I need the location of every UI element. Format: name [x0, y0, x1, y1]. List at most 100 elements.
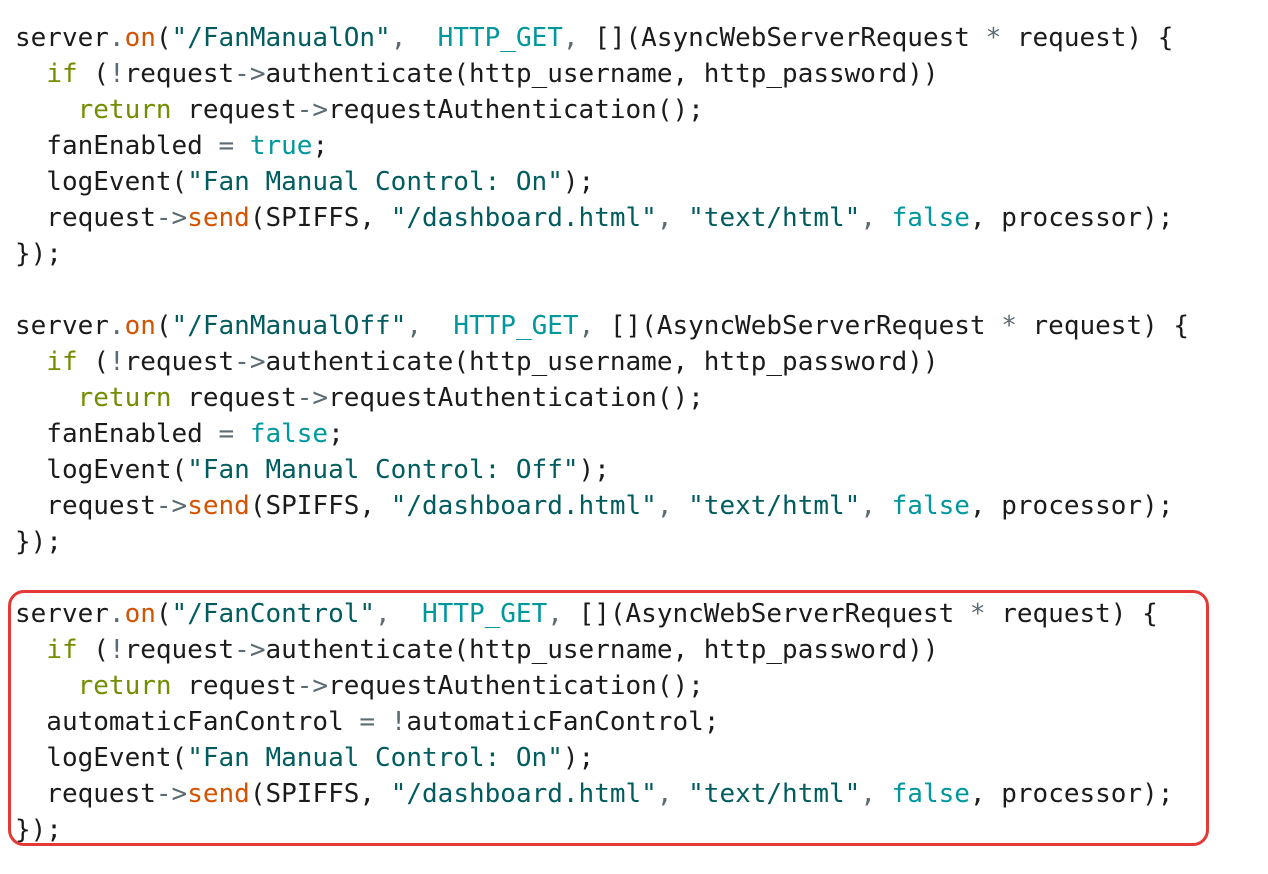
code-token-plain: request) { [1001, 23, 1174, 53]
code-token-plain: requestAuthentication(); [328, 95, 704, 125]
code-token-plain: requestAuthentication(); [328, 671, 704, 701]
code-token-op: ! [108, 347, 125, 377]
code-token-string: "/FanManualOn" [171, 23, 391, 53]
code-token-string: "Fan Manual Control: On" [187, 743, 563, 773]
code-line: }); [15, 812, 1189, 848]
code-token-const: HTTP_GET [422, 599, 548, 629]
code-token-plain: authenticate(http_username, http_passwor… [265, 347, 939, 377]
code-token-method: on [124, 23, 156, 53]
code-token-op: = [359, 707, 376, 737]
code-token-plain: [](AsyncWebServerRequest [578, 599, 970, 629]
code-token-string: "/FanManualOff" [171, 311, 407, 341]
code-line: }); [15, 524, 1189, 560]
code-token-op: . [108, 311, 125, 341]
code-token-plain: request) { [985, 599, 1158, 629]
code-token-plain: ); [562, 743, 595, 773]
code-token-op: -> [234, 59, 266, 89]
code-token-op: , [656, 779, 689, 809]
code-token-op: -> [155, 491, 188, 521]
code-token-bool: false [891, 203, 970, 233]
code-token-method: send [187, 779, 250, 809]
code-token-op: * [969, 599, 986, 629]
code-token-plain: request [124, 635, 235, 665]
code-token-plain: ); [578, 455, 610, 485]
code-token-op: -> [296, 383, 329, 413]
code-token-plain: request [171, 95, 297, 125]
code-token-plain: authenticate(http_username, http_passwor… [265, 635, 939, 665]
code-token-plain: request) { [1016, 311, 1190, 341]
code-token-op: , [562, 23, 595, 53]
code-token-method: send [187, 491, 250, 521]
code-token-plain: ( [77, 59, 109, 89]
code-token-plain: [](AsyncWebServerRequest [594, 23, 986, 53]
code-token-plain: request [124, 347, 235, 377]
code-token-plain: server [15, 599, 109, 629]
code-token-plain: (SPIFFS, [249, 779, 391, 809]
code-token-plain: }); [15, 527, 62, 557]
code-line: return request->requestAuthentication(); [15, 380, 1189, 416]
code-token-plain: ; [312, 131, 329, 161]
code-token-keyword: return [77, 383, 172, 413]
code-token-op: -> [155, 203, 188, 233]
code-token-plain: logEvent( [15, 455, 188, 485]
code-token-plain: ( [155, 599, 172, 629]
code-token-op: -> [155, 779, 188, 809]
code-token-op: -> [296, 95, 329, 125]
code-token-plain: , processor); [969, 779, 1174, 809]
code-token-op: = [218, 131, 235, 161]
code-token-op: ! [108, 59, 125, 89]
code-token-string: "Fan Manual Control: On" [187, 167, 563, 197]
code-token-plain: ( [155, 311, 172, 341]
code-line: server.on("/FanManualOff", HTTP_GET, [](… [15, 308, 1189, 344]
code-token-op: -> [234, 635, 266, 665]
code-token-op: , [656, 491, 689, 521]
code-token-plain: request [124, 59, 235, 89]
code-token-bool: false [891, 779, 970, 809]
code-token-keyword: if [46, 59, 78, 89]
code-token-op: , [860, 203, 892, 233]
code-token-plain: requestAuthentication(); [328, 383, 704, 413]
code-token-plain: logEvent( [15, 743, 188, 773]
code-token-bool: false [891, 491, 970, 521]
code-token-op: , [390, 23, 438, 53]
code-token-op: , [656, 203, 689, 233]
code-token-op: * [985, 23, 1002, 53]
code-token-string: "text/html" [688, 779, 861, 809]
code-token-plain: ( [77, 635, 109, 665]
code-token-op: , [578, 311, 610, 341]
code-token-string: "/dashboard.html" [390, 779, 657, 809]
code-line: fanEnabled = false; [15, 416, 1189, 452]
code-token-string: "Fan Manual Control: Off" [187, 455, 579, 485]
code-token-op: * [1001, 311, 1017, 341]
code-token-plain: ( [155, 23, 172, 53]
code-token-plain: automaticFanControl [15, 707, 360, 737]
code-line: automaticFanControl = !automaticFanContr… [15, 704, 1189, 740]
code-token-string: "/dashboard.html" [390, 203, 657, 233]
code-line: request->send(SPIFFS, "/dashboard.html",… [15, 488, 1189, 524]
code-token-plain: server [15, 311, 109, 341]
code-token-plain: [](AsyncWebServerRequest [609, 311, 1002, 341]
code-token-string: "text/html" [688, 203, 861, 233]
code-token-const: HTTP_GET [453, 311, 579, 341]
code-token-op: , [375, 599, 423, 629]
code-token-op: ! [390, 707, 407, 737]
code-line: return request->requestAuthentication(); [15, 92, 1189, 128]
code-token-op: , [547, 599, 579, 629]
code-token-plain: ( [77, 347, 109, 377]
code-line: logEvent("Fan Manual Control: On"); [15, 164, 1189, 200]
code-token-bool: true [249, 131, 313, 161]
code-line: return request->requestAuthentication(); [15, 668, 1189, 704]
code-line: if (!request->authenticate(http_username… [15, 56, 1189, 92]
code-token-op: , [860, 779, 892, 809]
code-editor: server.on("/FanManualOn", HTTP_GET, [](A… [15, 20, 1189, 848]
code-token-keyword: return [77, 95, 172, 125]
code-token-plain: fanEnabled [15, 419, 219, 449]
code-token-plain: , processor); [969, 203, 1174, 233]
code-token-method: on [124, 599, 156, 629]
